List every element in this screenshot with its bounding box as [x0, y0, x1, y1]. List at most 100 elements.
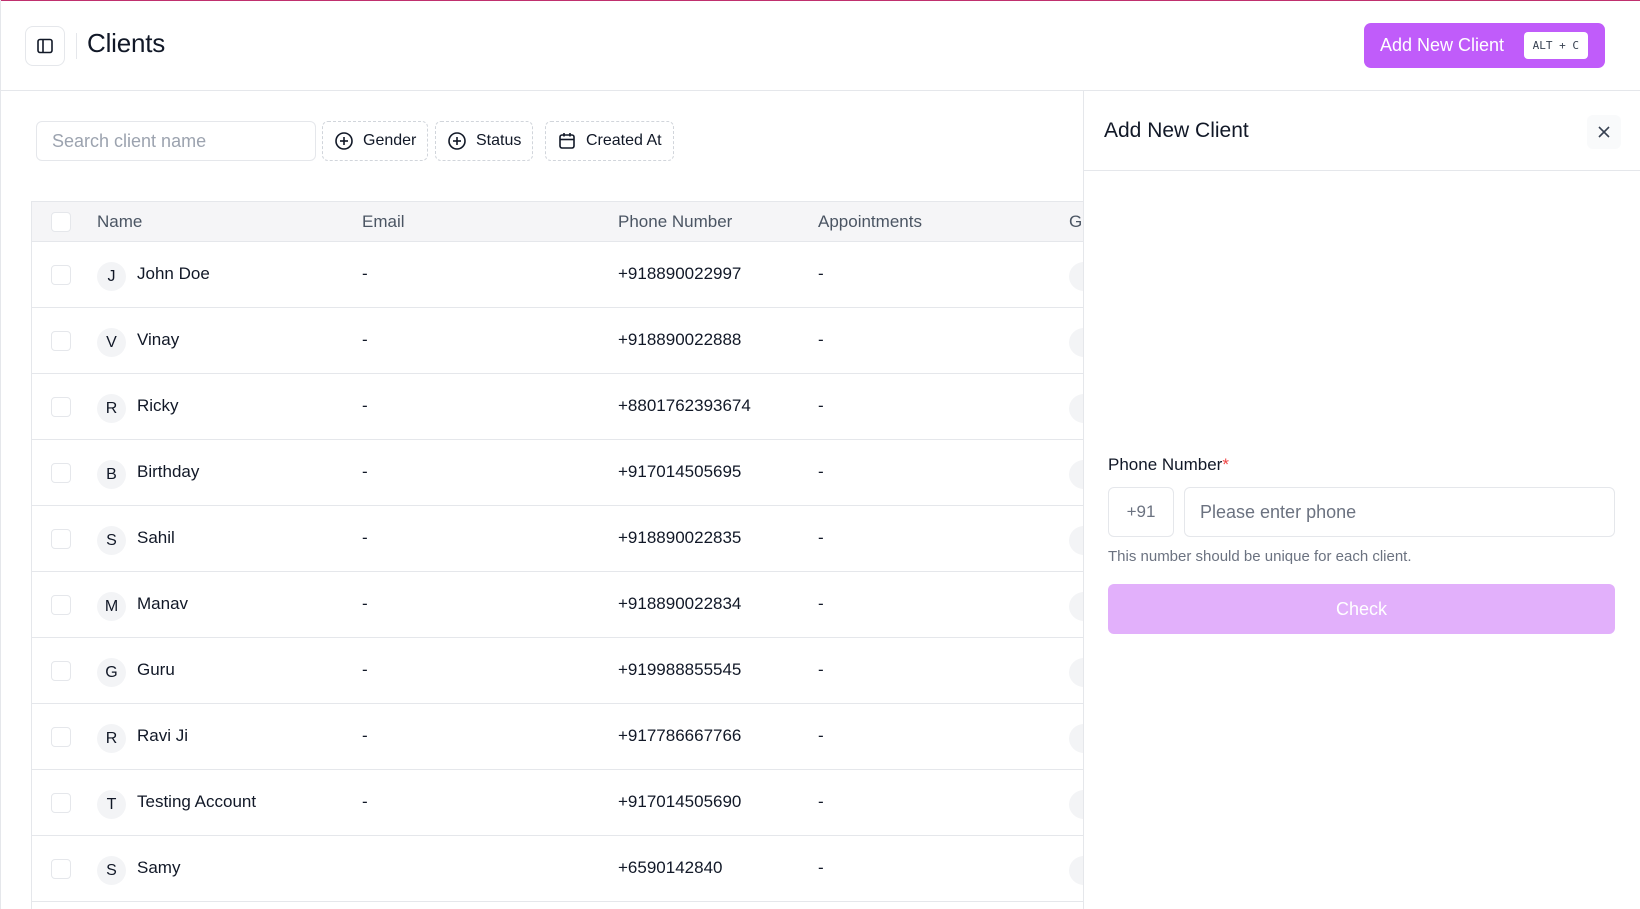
add-new-client-button[interactable]: Add New Client ALT + C [1364, 23, 1605, 68]
sidebar-panel-icon [37, 38, 53, 54]
window-left-edge [0, 0, 1, 909]
column-header-gender[interactable]: G [1069, 212, 1082, 232]
client-appointments: - [818, 330, 824, 349]
add-new-client-label: Add New Client [1380, 35, 1505, 55]
row-checkbox[interactable] [51, 529, 71, 549]
avatar: J [97, 262, 126, 291]
status-filter-button[interactable]: Status [435, 121, 534, 161]
table-row[interactable]: M Manav - +918890022834 - [32, 572, 1083, 638]
client-name[interactable]: Testing Account [137, 792, 256, 812]
plus-circle-icon [448, 132, 466, 150]
client-name[interactable]: Manav [137, 594, 188, 614]
phone-number-label-text: Phone Number [1108, 455, 1223, 474]
client-phone: +918890022997 [618, 264, 742, 283]
client-appointments: - [818, 462, 824, 481]
close-icon [1598, 126, 1610, 138]
gender-badge [1069, 592, 1083, 621]
row-checkbox[interactable] [51, 859, 71, 879]
client-email: - [362, 660, 368, 679]
table-row[interactable]: J John Doe - +918890022997 - [32, 242, 1083, 308]
client-email: - [362, 264, 368, 283]
client-appointments: - [818, 528, 824, 547]
client-phone: +917014505690 [618, 792, 742, 811]
client-phone: +8801762393674 [618, 396, 751, 415]
country-code-select[interactable]: +91 [1108, 487, 1174, 537]
add-client-drawer: Add New Client Phone Number* +91 This nu… [1083, 91, 1640, 909]
column-header-phone[interactable]: Phone Number [618, 212, 732, 232]
table-row[interactable]: G Guru - +919988855545 - [32, 638, 1083, 704]
column-header-name[interactable]: Name [97, 212, 142, 232]
clients-table: Name Email Phone Number Appointments G J… [31, 201, 1083, 909]
row-checkbox[interactable] [51, 727, 71, 747]
gender-badge [1069, 724, 1083, 753]
client-email: - [362, 330, 368, 349]
plus-circle-icon [335, 132, 353, 150]
close-button[interactable] [1587, 115, 1621, 149]
client-email: - [362, 594, 368, 613]
gender-badge [1069, 460, 1083, 489]
client-name[interactable]: Birthday [137, 462, 199, 482]
table-row[interactable]: R Ricky - +8801762393674 - [32, 374, 1083, 440]
avatar: S [97, 526, 126, 555]
avatar: V [97, 328, 126, 357]
table-row[interactable]: B Birthday - +917014505695 - [32, 440, 1083, 506]
phone-input[interactable] [1184, 487, 1615, 537]
created-at-filter-button[interactable]: Created At [545, 121, 674, 161]
row-checkbox[interactable] [51, 661, 71, 681]
client-appointments: - [818, 660, 824, 679]
row-checkbox[interactable] [51, 463, 71, 483]
table-row[interactable]: S Sahil - +918890022835 - [32, 506, 1083, 572]
row-checkbox[interactable] [51, 331, 71, 351]
client-email: - [362, 528, 368, 547]
created-at-filter-label: Created At [586, 132, 662, 149]
client-phone: +918890022834 [618, 594, 742, 613]
row-checkbox[interactable] [51, 397, 71, 417]
client-name[interactable]: Ricky [137, 396, 179, 416]
sidebar-toggle-button[interactable] [25, 26, 65, 66]
client-name[interactable]: Vinay [137, 330, 179, 350]
client-email: - [362, 462, 368, 481]
select-all-checkbox[interactable] [51, 212, 71, 232]
row-checkbox[interactable] [51, 793, 71, 813]
drawer-title: Add New Client [1104, 119, 1249, 142]
table-header: Name Email Phone Number Appointments G [32, 201, 1083, 242]
required-asterisk: * [1222, 455, 1229, 474]
client-name[interactable]: Ravi Ji [137, 726, 188, 746]
client-appointments: - [818, 726, 824, 745]
avatar: S [97, 856, 126, 885]
client-email: - [362, 792, 368, 811]
avatar: M [97, 592, 126, 621]
client-name[interactable]: John Doe [137, 264, 210, 284]
client-phone: +918890022888 [618, 330, 742, 349]
avatar: B [97, 460, 126, 489]
gender-badge [1069, 394, 1083, 423]
row-checkbox[interactable] [51, 595, 71, 615]
check-button[interactable]: Check [1108, 584, 1615, 634]
gender-badge [1069, 658, 1083, 687]
gender-badge [1069, 856, 1083, 885]
avatar: R [97, 724, 126, 753]
client-name[interactable]: Guru [137, 660, 175, 680]
client-name[interactable]: Samy [137, 858, 180, 878]
gender-badge [1069, 328, 1083, 357]
avatar: R [97, 394, 126, 423]
header-divider [76, 33, 77, 59]
gender-badge [1069, 790, 1083, 819]
client-name[interactable]: Sahil [137, 528, 175, 548]
column-header-appointments[interactable]: Appointments [818, 212, 922, 232]
avatar: G [97, 658, 126, 687]
phone-number-label: Phone Number* [1108, 455, 1229, 475]
table-row[interactable]: R Ravi Ji - +917786667766 - [32, 704, 1083, 770]
table-row[interactable]: S Samy +6590142840 - [32, 836, 1083, 902]
client-email: - [362, 396, 368, 415]
client-phone: +917014505695 [618, 462, 742, 481]
row-checkbox[interactable] [51, 265, 71, 285]
column-header-email[interactable]: Email [362, 212, 405, 232]
calendar-icon [559, 133, 575, 149]
gender-filter-button[interactable]: Gender [322, 121, 429, 161]
table-row[interactable]: T Testing Account - +917014505690 - [32, 770, 1083, 836]
client-email: - [362, 726, 368, 745]
search-input[interactable] [36, 121, 316, 161]
client-appointments: - [818, 594, 824, 613]
table-row[interactable]: V Vinay - +918890022888 - [32, 308, 1083, 374]
